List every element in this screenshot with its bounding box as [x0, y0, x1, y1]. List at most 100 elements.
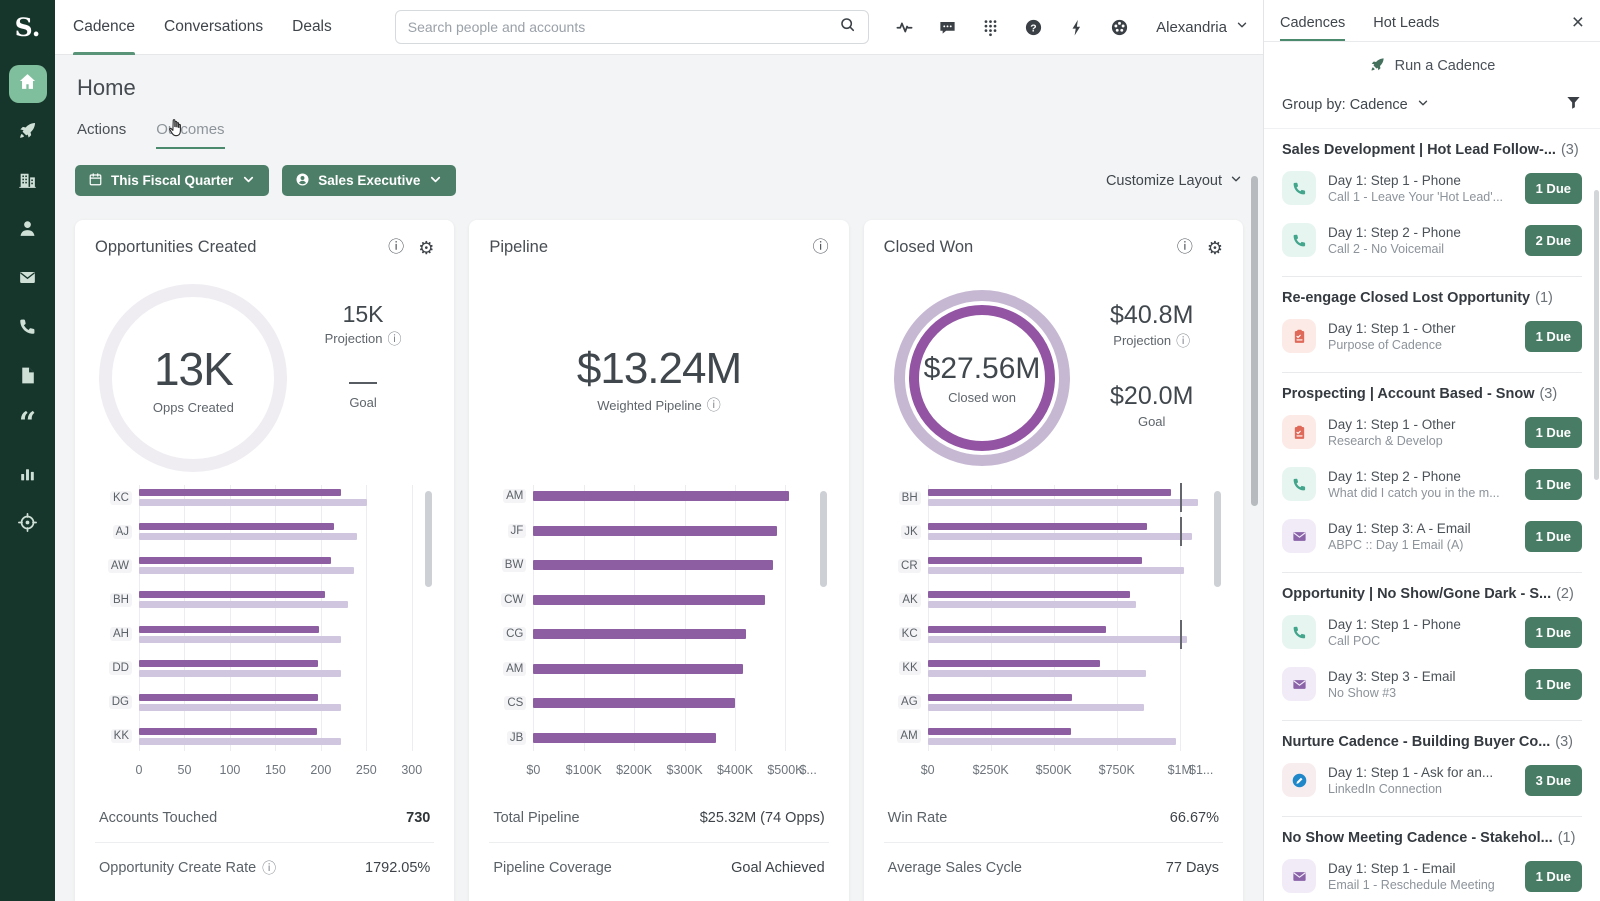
- bar-projection[interactable]: [927, 533, 1193, 541]
- bar-opps-created[interactable]: [139, 489, 341, 496]
- cadence-group-title[interactable]: Opportunity | No Show/Gone Dark - S... (2…: [1282, 586, 1582, 602]
- tab-outcomes[interactable]: Outcomes: [156, 121, 225, 149]
- due-badge[interactable]: 1 Due: [1524, 320, 1582, 352]
- top-nav-conversations[interactable]: Conversations: [164, 0, 263, 55]
- due-badge[interactable]: 1 Due: [1524, 616, 1582, 648]
- chevron-down-icon[interactable]: [1416, 96, 1430, 114]
- tab-hot-leads[interactable]: Hot Leads: [1373, 15, 1439, 41]
- role-filter-button[interactable]: Sales Executive: [282, 165, 457, 196]
- bar-weighted-pipeline[interactable]: [533, 560, 773, 571]
- cadence-step[interactable]: Day 1: Step 1 - Ask for an... LinkedIn Co…: [1282, 754, 1582, 806]
- info-icon[interactable]: ⓘ: [262, 861, 276, 875]
- app-logo[interactable]: S.: [0, 0, 55, 55]
- info-icon[interactable]: ⓘ: [1177, 239, 1193, 256]
- customize-layout-button[interactable]: Customize Layout: [1106, 172, 1243, 190]
- bar-projection[interactable]: [927, 499, 1199, 506]
- main-scrollbar-thumb[interactable]: [1251, 176, 1258, 506]
- date-filter-button[interactable]: This Fiscal Quarter: [75, 165, 270, 196]
- due-badge[interactable]: 3 Due: [1524, 764, 1582, 796]
- dialer-wheel-icon[interactable]: [1108, 16, 1130, 38]
- due-badge[interactable]: 2 Due: [1524, 224, 1582, 256]
- help-icon[interactable]: ?: [1022, 16, 1044, 38]
- bar-projection[interactable]: [927, 703, 1145, 711]
- due-badge[interactable]: 1 Due: [1524, 416, 1582, 448]
- bar-opps-created[interactable]: [139, 727, 318, 735]
- sidebar-item-accounts[interactable]: [9, 163, 47, 201]
- sidebar-item-email[interactable]: [9, 261, 47, 299]
- cadence-group-title[interactable]: Nurture Cadence - Building Buyer Co... (3…: [1282, 734, 1582, 750]
- tab-actions[interactable]: Actions: [77, 121, 126, 149]
- sidebar-item-analytics[interactable]: [9, 457, 47, 495]
- tab-cadences[interactable]: Cadences: [1280, 15, 1346, 41]
- bar-opps-created[interactable]: [139, 591, 326, 599]
- search-icon[interactable]: [839, 16, 856, 38]
- bar-projection[interactable]: [927, 737, 1177, 745]
- cadence-step[interactable]: Day 1: Step 2 - Phone Call 2 - No Voicema…: [1282, 214, 1582, 266]
- top-nav-deals[interactable]: Deals: [292, 0, 332, 55]
- chart-scrollbar[interactable]: [819, 491, 827, 587]
- cadence-step[interactable]: Day 3: Step 3 - Email No Show #3 1 Due: [1282, 658, 1582, 710]
- bar-weighted-pipeline[interactable]: [533, 491, 789, 501]
- sidebar-item-quotes[interactable]: “: [9, 408, 47, 446]
- cadence-step[interactable]: Day 1: Step 1 - Phone Call POC 1 Due: [1282, 606, 1582, 658]
- bar-projection[interactable]: [927, 567, 1185, 575]
- bar-weighted-pipeline[interactable]: [533, 629, 746, 640]
- cadence-step[interactable]: Day 1: Step 1 - Email Email 1 - Reschedul…: [1282, 850, 1582, 901]
- info-icon[interactable]: ⓘ: [1176, 334, 1190, 348]
- cadence-step[interactable]: Day 1: Step 3: A - Email ABPC :: Day 1 Em…: [1282, 510, 1582, 562]
- activity-icon[interactable]: [893, 16, 915, 38]
- bar-projection[interactable]: [139, 567, 354, 575]
- bar-opps-created[interactable]: [139, 557, 331, 565]
- bar-weighted-pipeline[interactable]: [533, 594, 765, 605]
- sidebar-item-phone[interactable]: [9, 310, 47, 348]
- bar-weighted-pipeline[interactable]: [533, 525, 778, 536]
- bar-closed-won[interactable]: [927, 557, 1142, 565]
- bar-projection[interactable]: [139, 533, 358, 541]
- user-menu[interactable]: Alexandria: [1156, 18, 1249, 36]
- sidebar-item-people[interactable]: [9, 212, 47, 250]
- cadence-group-title[interactable]: No Show Meeting Cadence - Stakehol... (1): [1282, 830, 1582, 846]
- filter-funnel-icon[interactable]: [1565, 94, 1582, 115]
- due-badge[interactable]: 1 Due: [1524, 172, 1582, 204]
- cadence-group-title[interactable]: Sales Development | Hot Lead Follow-...(…: [1282, 142, 1582, 158]
- info-icon[interactable]: ⓘ: [707, 398, 721, 412]
- bar-projection[interactable]: [139, 669, 341, 677]
- search-box[interactable]: [394, 10, 870, 44]
- gear-icon[interactable]: ⚙: [418, 239, 434, 257]
- panel-scrollbar-thumb[interactable]: [1594, 190, 1599, 480]
- bar-weighted-pipeline[interactable]: [533, 732, 716, 743]
- bar-closed-won[interactable]: [927, 489, 1172, 496]
- chat-icon[interactable]: [936, 16, 958, 38]
- bar-projection[interactable]: [139, 499, 368, 506]
- due-badge[interactable]: 1 Due: [1524, 860, 1582, 892]
- close-icon[interactable]: ×: [1572, 12, 1584, 41]
- bar-projection[interactable]: [139, 635, 341, 643]
- search-input[interactable]: [407, 19, 840, 35]
- cadence-step[interactable]: Day 1: Step 1 - Other Research & Develop 1…: [1282, 406, 1582, 458]
- chart-scrollbar[interactable]: [1213, 491, 1221, 587]
- bar-projection[interactable]: [139, 737, 341, 745]
- cadence-group-title[interactable]: Re-engage Closed Lost Opportunity (1): [1282, 290, 1582, 306]
- bar-closed-won[interactable]: [927, 625, 1107, 633]
- sidebar-item-target[interactable]: [9, 506, 47, 544]
- bar-weighted-pipeline[interactable]: [533, 663, 743, 674]
- bar-closed-won[interactable]: [927, 591, 1131, 599]
- bar-projection[interactable]: [139, 703, 341, 711]
- bar-opps-created[interactable]: [139, 625, 320, 633]
- dialpad-icon[interactable]: [979, 16, 1001, 38]
- bar-projection[interactable]: [927, 601, 1137, 609]
- chart-scrollbar[interactable]: [425, 491, 433, 587]
- lightning-icon[interactable]: [1065, 16, 1087, 38]
- bar-opps-created[interactable]: [139, 659, 319, 667]
- cadence-step[interactable]: Day 1: Step 1 - Phone Call 1 - Leave Your…: [1282, 162, 1582, 214]
- bar-closed-won[interactable]: [927, 693, 1073, 701]
- cadence-group-title[interactable]: Prospecting | Account Based - Snow (3): [1282, 386, 1582, 402]
- info-icon[interactable]: ⓘ: [388, 239, 404, 256]
- bar-weighted-pipeline[interactable]: [533, 698, 735, 709]
- top-nav-cadence[interactable]: Cadence: [73, 0, 136, 55]
- bar-projection[interactable]: [927, 635, 1188, 643]
- cadence-step[interactable]: Day 1: Step 2 - Phone What did I catch yo…: [1282, 458, 1582, 510]
- info-icon[interactable]: ⓘ: [813, 239, 829, 256]
- run-a-cadence-button[interactable]: Run a Cadence: [1264, 46, 1600, 86]
- sidebar-item-home[interactable]: [8, 65, 47, 103]
